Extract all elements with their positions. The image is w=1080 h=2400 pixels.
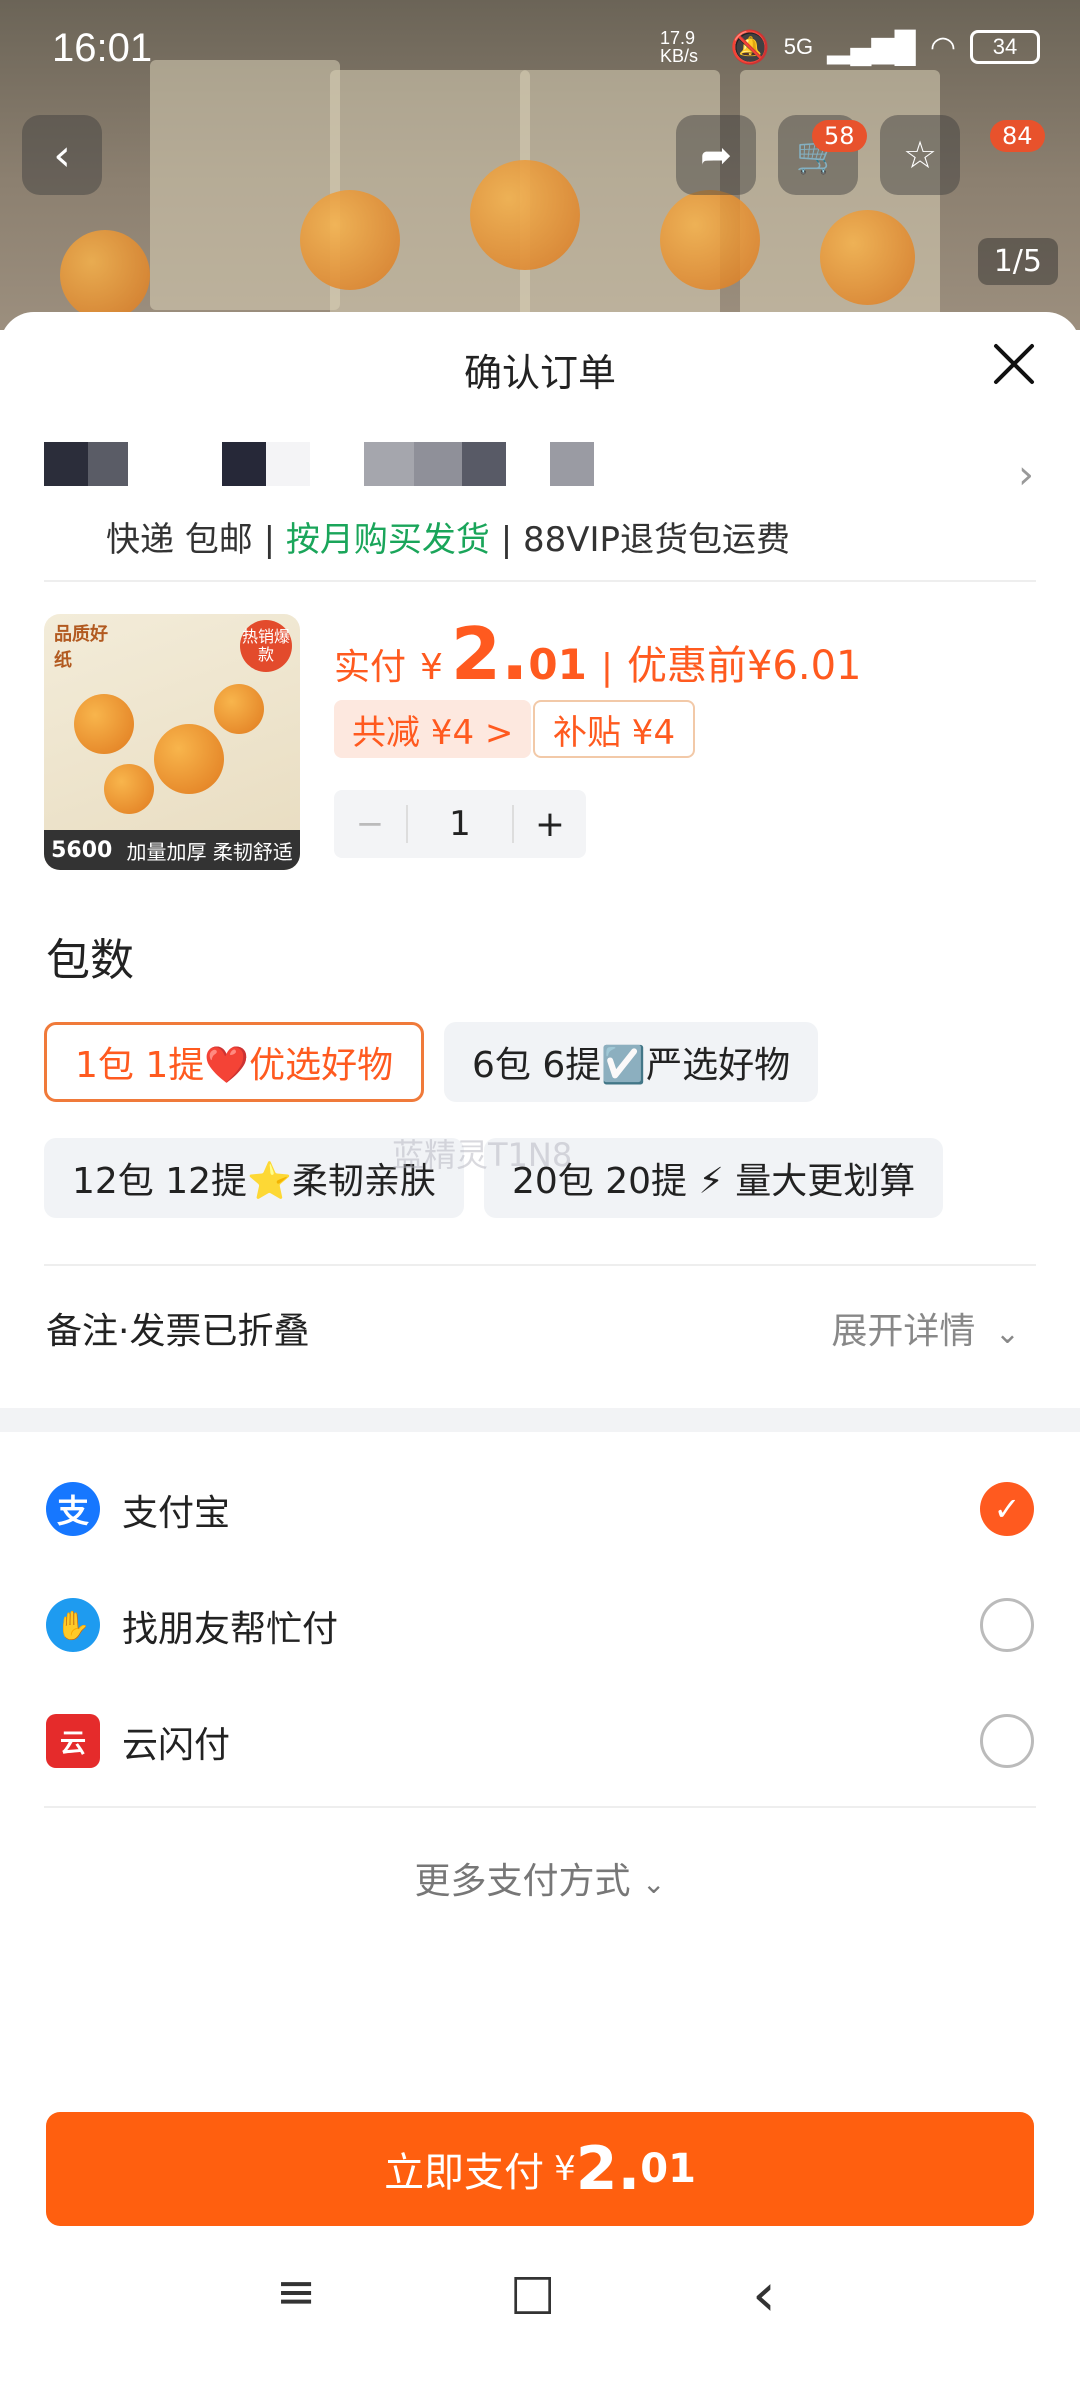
thumb-title: 品质好纸 [54,624,108,671]
subsidy-tag: 补贴 ¥4 [533,700,696,758]
payment-unionpay[interactable]: 云 云闪付 [0,1690,1080,1790]
pay-price-integer: 2. [575,2134,641,2204]
watermark: 蓝精灵T1N8 [392,1136,573,1174]
pay-now-button[interactable]: 立即支付 ¥ 2. 01 [46,2112,1034,2226]
product-thumbnail[interactable]: 品质好纸 热销爆款 5600 加量加厚 柔韧舒适 [44,614,300,870]
address-chevron-icon[interactable]: › [1018,452,1034,498]
cart-badge: 58 [812,120,867,152]
divider [44,1264,1036,1266]
unionpay-icon: 云 [46,1714,100,1768]
shipping-green: 按月购买发货 [285,520,490,560]
radio-unchecked-icon[interactable] [980,1714,1034,1768]
radio-checked-icon[interactable]: ✓ [980,1482,1034,1536]
payment-label: 找朋友帮忙付 [122,1609,339,1650]
friend-pay-icon: ✋ [46,1598,100,1652]
shipping-prefix: 快递 包邮 | [106,520,286,560]
payment-friend[interactable]: ✋ 找朋友帮忙付 [0,1574,1080,1674]
address-redacted[interactable] [44,442,594,486]
pay-price-decimal: 01 [640,2146,696,2192]
remark-label: 备注·发票已折叠 [46,1311,310,1352]
divider [44,580,1036,582]
paid-label: 实付 [334,647,407,688]
home-icon[interactable]: □ [510,2264,555,2320]
image-counter: 1/5 [977,238,1058,285]
before-price: ¥6.01 [746,643,862,689]
battery-icon: 34 [970,30,1040,64]
payment-label: 支付宝 [122,1493,231,1534]
system-nav-bar: ≡ □ ‹ [0,2260,1080,2400]
thumb-caption: 加量加厚 柔韧舒适 [126,839,293,864]
signal-icon: ▂▄▆█ [827,30,916,64]
star-icon: ☆ [902,133,938,177]
more-payment-label: 更多支付方式 [414,1861,631,1902]
order-sheet: 确认订单 › 快递 包邮 | 按月购买发货 | 88VIP退货包运费 品质好纸 … [0,312,1080,2400]
back-button[interactable]: ‹ [22,115,102,195]
wifi-icon: ◠ [929,30,956,64]
alipay-icon: 支 [46,1482,100,1536]
menu-icon[interactable]: ≡ [276,2264,316,2320]
share-icon: ➦ [700,133,732,177]
price-decimal: 01 [528,640,587,689]
favorite-button[interactable]: ☆ [880,115,960,195]
share-button[interactable]: ➦ [676,115,756,195]
expand-label: 展开详情 [831,1311,976,1352]
decrease-button[interactable]: − [334,790,406,858]
pay-currency: ¥ [554,2149,576,2189]
price-row: 实付 ¥ 2. 01 | 优惠前 ¥6.01 [334,612,861,696]
chevron-down-icon: ⌄ [994,1316,1020,1351]
sheet-title: 确认订单 [463,351,616,395]
quantity-value[interactable]: 1 [406,804,514,844]
shipping-suffix: | 88VIP退货包运费 [489,520,791,560]
chevron-left-icon: ‹ [53,129,71,181]
thumb-hot-badge: 热销爆款 [240,620,292,672]
spec-option-1[interactable]: 1包 1提❤️优选好物 [44,1022,425,1102]
thumb-count: 5600 [51,837,113,863]
shipping-info: 快递 包邮 | 按月购买发货 | 88VIP退货包运费 [106,512,790,561]
payment-label: 云闪付 [122,1725,231,1766]
favorite-badge: 84 [990,120,1045,152]
network-type: 5G [783,34,814,59]
section-gap [0,1408,1080,1432]
quantity-stepper: − 1 + [334,790,586,858]
spec-title: 包数 [46,935,134,986]
status-time: 16:01 [52,26,153,70]
price-integer: 2. [450,612,529,696]
radio-unchecked-icon[interactable] [980,1598,1034,1652]
payment-alipay[interactable]: 支 支付宝 ✓ [0,1458,1080,1558]
more-payment-button[interactable]: 更多支付方式 ⌄ [0,1852,1080,1904]
mute-icon: 🔕 [729,29,770,65]
chevron-down-icon: ⌄ [642,1867,666,1900]
pay-now-label: 立即支付 [384,2150,545,2196]
before-label: 优惠前 [626,643,747,689]
expand-details-button[interactable]: 展开详情 ⌄ [831,1302,1020,1354]
close-icon[interactable] [988,338,1040,390]
divider [44,1806,1036,1808]
increase-button[interactable]: + [514,790,586,858]
spec-option-2[interactable]: 6包 6提☑️严选好物 [444,1022,819,1102]
battery-level: 34 [992,34,1018,59]
currency-symbol: ¥ [420,647,443,688]
net-speed: 17.9 KB/s [659,28,698,66]
discount-tag[interactable]: 共减 ¥4 > [334,700,532,758]
back-icon[interactable]: ‹ [752,2260,776,2330]
price-separator: | [600,647,613,688]
status-bar: 16:01 17.9 KB/s 🔕 5G ▂▄▆█ ◠ 34 [0,0,1080,100]
